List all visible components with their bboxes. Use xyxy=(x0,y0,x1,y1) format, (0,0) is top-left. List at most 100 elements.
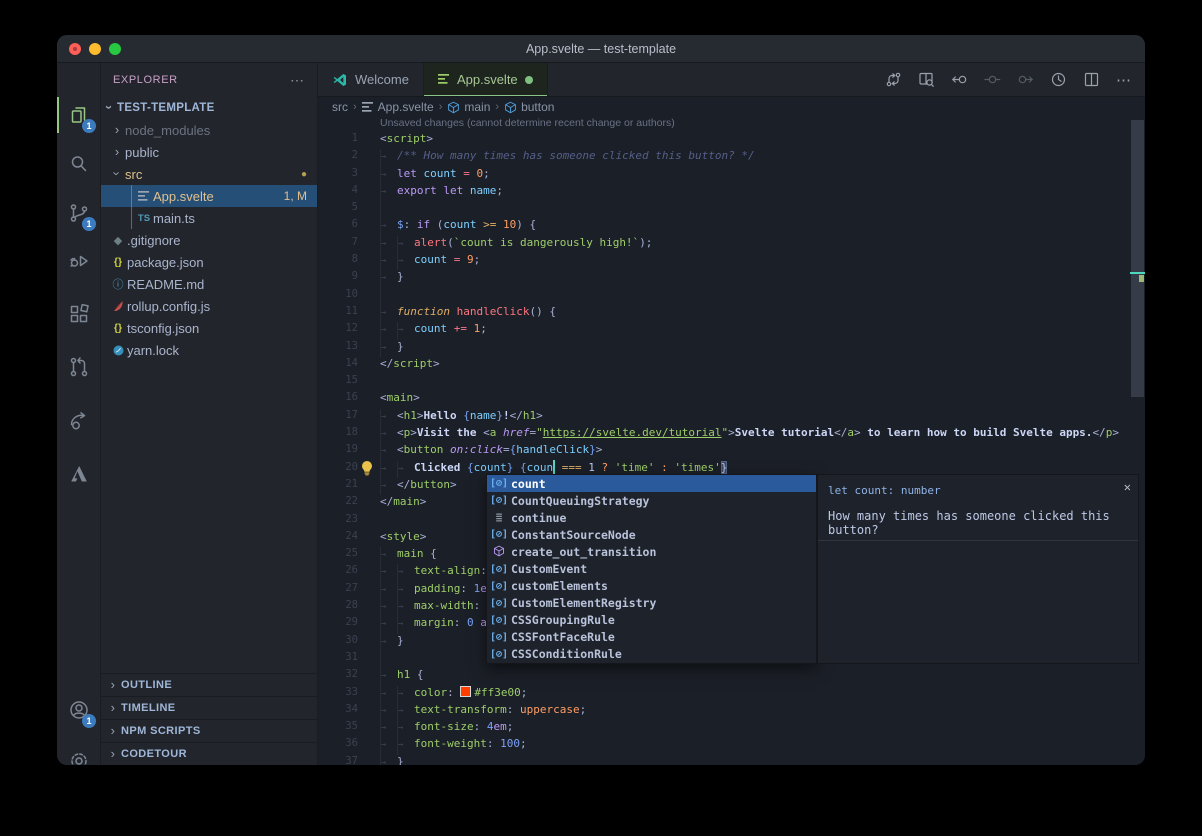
suggestion-constantsourcenode[interactable]: [⊘]ConstantSourceNode xyxy=(487,526,816,543)
zoom-window-button[interactable] xyxy=(109,43,121,55)
split-editor-icon[interactable] xyxy=(1082,71,1100,89)
code-line-33[interactable]: 33→→color: #ff3e00; xyxy=(318,684,1145,701)
suggestion-customelements[interactable]: [⊘]customElements xyxy=(487,578,816,595)
open-preview-icon[interactable] xyxy=(917,71,935,89)
activity-bar-item-github-pr[interactable] xyxy=(57,345,100,389)
file-tree-item-public[interactable]: ›public xyxy=(101,141,317,163)
code-line-13[interactable]: 13→} xyxy=(318,338,1145,355)
code-line-1[interactable]: 1<script> xyxy=(318,130,1145,147)
suggestion-count[interactable]: [⊘]count xyxy=(487,475,816,492)
breadcrumb-item-src[interactable]: src xyxy=(332,100,348,114)
code-line-4[interactable]: 4→export let name; xyxy=(318,182,1145,199)
more-actions-icon[interactable]: ⋯ xyxy=(1115,71,1133,89)
code-line-37[interactable]: 37→} xyxy=(318,753,1145,765)
vscode-window: App.svelte — test-template 111 EXPLORER … xyxy=(57,35,1145,765)
vertical-scrollbar[interactable] xyxy=(1130,117,1145,765)
code-line-8[interactable]: 8→→count = 9; xyxy=(318,251,1145,268)
close-window-button[interactable] xyxy=(69,43,81,55)
next-change-icon[interactable] xyxy=(1016,71,1034,89)
file-tree-item-readme-md[interactable]: ⓘREADME.md xyxy=(101,273,317,295)
code-line-15[interactable]: 15 xyxy=(318,372,1145,389)
prev-change-icon[interactable] xyxy=(950,71,968,89)
breadcrumb-item-button[interactable]: button xyxy=(504,100,554,114)
file-tree-item-package-json[interactable]: {}package.json xyxy=(101,251,317,273)
more-actions-icon[interactable]: ⋯ xyxy=(290,72,305,89)
suggestion-cssgroupingrule[interactable]: [⊘]CSSGroupingRule xyxy=(487,612,816,629)
code-line-18[interactable]: 18→<p>Visit the <a href="https://svelte.… xyxy=(318,424,1145,441)
css-color-swatch xyxy=(460,686,471,697)
file-tree-item--gitignore[interactable]: ◆.gitignore xyxy=(101,229,317,251)
file-tree-item-tsconfig-json[interactable]: {}tsconfig.json xyxy=(101,317,317,339)
suggestion-create_out_transition[interactable]: create_out_transition xyxy=(487,543,816,560)
line-number: 30 xyxy=(318,632,358,649)
code-line-34[interactable]: 34→→text-transform: uppercase; xyxy=(318,701,1145,718)
code-line-36[interactable]: 36→→font-weight: 100; xyxy=(318,735,1145,752)
file-tree-item-node-modules[interactable]: ›node_modules xyxy=(101,119,317,141)
line-number: 4 xyxy=(318,182,358,199)
activity-bar-item-search[interactable] xyxy=(57,142,100,186)
suggestion-countqueuingstrategy[interactable]: [⊘]CountQueuingStrategy xyxy=(487,492,816,509)
breadcrumb-item-main[interactable]: main xyxy=(447,100,490,114)
activity-bar-item-azure[interactable] xyxy=(57,452,100,496)
sidebar-section-codetour[interactable]: ›CODETOUR xyxy=(101,742,317,765)
git-file-icon: ◆ xyxy=(109,234,127,247)
activity-bar-item-run-debug[interactable] xyxy=(57,239,100,283)
activity-bar-item-settings[interactable] xyxy=(57,739,100,765)
sidebar-section-npm-scripts[interactable]: ›NPM SCRIPTS xyxy=(101,719,317,742)
sidebar-section-outline[interactable]: ›OUTLINE xyxy=(101,673,317,696)
code-line-6[interactable]: 6→$: if (count >= 10) { xyxy=(318,216,1145,233)
suggestion-continue[interactable]: ≣continue xyxy=(487,509,816,526)
scrollbar-thumb[interactable] xyxy=(1131,120,1144,397)
lightbulb-icon[interactable] xyxy=(360,460,374,476)
code-line-10[interactable]: 10 xyxy=(318,286,1145,303)
code-line-9[interactable]: 9→} xyxy=(318,268,1145,285)
suggestion-customevent[interactable]: [⊘]CustomEvent xyxy=(487,560,816,577)
suggestion-cssconditionrule[interactable]: [⊘]CSSConditionRule xyxy=(487,646,816,663)
badge: 1 xyxy=(82,217,96,231)
code-line-2[interactable]: 2→/** How many times has someone clicked… xyxy=(318,147,1145,164)
file-tree-item-app-svelte[interactable]: App.svelte1, M xyxy=(101,185,317,207)
breadcrumb-separator: › xyxy=(439,101,443,113)
tree-root-test-template[interactable]: › TEST-TEMPLATE xyxy=(101,97,317,119)
code-line-17[interactable]: 17→<h1>Hello {name}!</h1> xyxy=(318,407,1145,424)
breadcrumb-item-app-svelte[interactable]: App.svelte xyxy=(362,100,434,114)
activity-bar-item-extensions[interactable] xyxy=(57,292,100,336)
code-line-35[interactable]: 35→→font-size: 4em; xyxy=(318,718,1145,735)
code-line-7[interactable]: 7→→alert(`count is dangerously high!`); xyxy=(318,234,1145,251)
file-history-icon[interactable] xyxy=(1049,71,1067,89)
code-editor[interactable]: Unsaved changes (cannot determine recent… xyxy=(318,117,1145,765)
suggest-variable-icon: [⊘] xyxy=(487,564,511,575)
compare-changes-icon[interactable] xyxy=(884,71,902,89)
line-number: 18 xyxy=(318,424,358,441)
file-tree-item-main-ts[interactable]: TSmain.ts xyxy=(101,207,317,229)
commit-node-icon[interactable] xyxy=(983,71,1001,89)
line-number: 21 xyxy=(318,476,358,493)
suggestion-customelementregistry[interactable]: [⊘]CustomElementRegistry xyxy=(487,595,816,612)
title-bar[interactable]: App.svelte — test-template xyxy=(57,35,1145,63)
debug-icon xyxy=(67,249,91,273)
tab-app-svelte[interactable]: App.svelte xyxy=(424,63,548,96)
file-tree-item-rollup-config-js[interactable]: rollup.config.js xyxy=(101,295,317,317)
suggestion-cssfontfacerule[interactable]: [⊘]CSSFontFaceRule xyxy=(487,629,816,646)
code-line-5[interactable]: 5 xyxy=(318,199,1145,216)
breadcrumb[interactable]: src›App.svelte›main›button xyxy=(318,97,1145,117)
sidebar-section-timeline[interactable]: ›TIMELINE xyxy=(101,696,317,719)
activity-bar-item-explorer[interactable]: 1 xyxy=(57,93,100,137)
code-line-32[interactable]: 32→h1 { xyxy=(318,666,1145,683)
tab-welcome[interactable]: Welcome xyxy=(318,63,424,96)
file-tree-item-yarn-lock[interactable]: yarn.lock xyxy=(101,339,317,361)
minimize-window-button[interactable] xyxy=(89,43,101,55)
close-icon[interactable]: ✕ xyxy=(1124,480,1131,494)
code-line-12[interactable]: 12→→count += 1; xyxy=(318,320,1145,337)
code-line-14[interactable]: 14</script> xyxy=(318,355,1145,372)
code-line-3[interactable]: 3→let count = 0; xyxy=(318,165,1145,182)
line-number: 17 xyxy=(318,407,358,424)
line-number: 5 xyxy=(318,199,358,216)
code-line-19[interactable]: 19→<button on:click={handleClick}> xyxy=(318,441,1145,458)
file-tree-item-src[interactable]: ›src● xyxy=(101,163,317,185)
activity-bar-item-live-share[interactable] xyxy=(57,399,100,443)
activity-bar-item-accounts[interactable]: 1 xyxy=(57,688,100,732)
code-line-11[interactable]: 11→function handleClick() { xyxy=(318,303,1145,320)
code-line-16[interactable]: 16<main> xyxy=(318,389,1145,406)
activity-bar-item-source-control[interactable]: 1 xyxy=(57,191,100,235)
